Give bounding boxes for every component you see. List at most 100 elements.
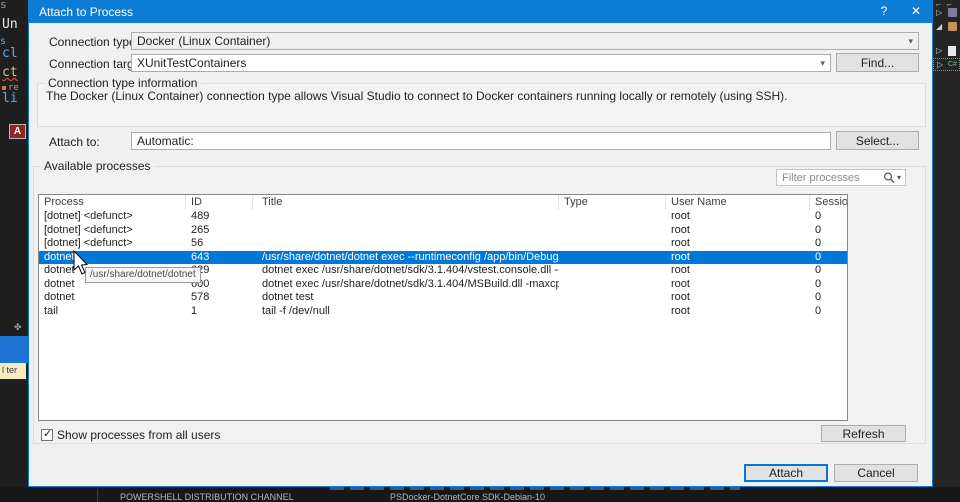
- cell-type: [559, 251, 666, 265]
- tree-row[interactable]: ▷: [933, 7, 960, 20]
- cell-session: 0: [810, 264, 847, 278]
- find-button[interactable]: Find...: [836, 53, 919, 72]
- attach-button[interactable]: Attach: [744, 464, 828, 482]
- cell-user: root: [666, 210, 810, 224]
- solution-explorer-edge: ⌐ ⌐ ▷ ◢ ▷ ▷ C#: [933, 0, 960, 502]
- expanded-arrow-icon[interactable]: ◢: [936, 21, 942, 33]
- assembly-icon: [948, 8, 957, 17]
- table-row[interactable]: dotnet643/usr/share/dotnet/dotnet exec -…: [39, 251, 847, 265]
- refresh-button[interactable]: Refresh: [821, 425, 906, 442]
- column-header-type[interactable]: Type: [559, 195, 666, 210]
- filter-dropdown-icon[interactable]: ▾: [896, 173, 905, 182]
- cell-title: [253, 224, 559, 238]
- table-row[interactable]: dotnet578dotnet testroot0: [39, 291, 847, 305]
- help-icon[interactable]: ?: [868, 1, 900, 23]
- cell-session: 0: [810, 305, 847, 319]
- show-all-users-label: Show processes from all users: [53, 428, 220, 442]
- folder-icon: [948, 22, 957, 31]
- cell-id: 489: [186, 210, 253, 224]
- chevron-down-icon: ▾: [820, 55, 825, 71]
- process-table-header[interactable]: ProcessIDTitleTypeUser NameSession: [39, 195, 847, 210]
- cell-user: root: [666, 305, 810, 319]
- expand-arrow-icon[interactable]: ▷: [936, 7, 942, 19]
- attach-to-value: Automatic:: [137, 134, 194, 148]
- process-table-body: [dotnet] <defunct>489root0[dotnet] <defu…: [39, 210, 847, 318]
- column-header-id[interactable]: ID: [186, 195, 253, 210]
- process-table: ProcessIDTitleTypeUser NameSession [dotn…: [38, 194, 848, 421]
- cell-session: 0: [810, 278, 847, 292]
- cell-type: [559, 278, 666, 292]
- column-header-session[interactable]: Session: [810, 195, 847, 210]
- search-icon[interactable]: [882, 171, 896, 184]
- connection-info-group-label: Connection type information: [44, 76, 201, 90]
- code-fragment: ct: [2, 65, 18, 80]
- show-all-users-checkbox[interactable]: ✓: [41, 429, 53, 441]
- cell-title: tail -f /dev/null: [253, 305, 559, 319]
- column-header-process[interactable]: Process: [39, 195, 186, 210]
- connection-type-dropdown[interactable]: Docker (Linux Container) ▾: [131, 32, 919, 50]
- dialog-titlebar[interactable]: Attach to Process ? ✕: [29, 1, 932, 23]
- cell-process: [dotnet] <defunct>: [39, 210, 186, 224]
- cell-process: tail: [39, 305, 186, 319]
- column-header-user-name[interactable]: User Name: [666, 195, 810, 210]
- attach-to-input[interactable]: Automatic:: [131, 132, 831, 150]
- cell-user: root: [666, 237, 810, 251]
- table-row[interactable]: [dotnet] <defunct>56 root0: [39, 237, 847, 251]
- cell-process: [dotnet] <defunct>: [39, 237, 186, 251]
- cell-title: [253, 210, 559, 224]
- cell-type: [559, 291, 666, 305]
- code-fragment: s: [0, 0, 7, 11]
- table-row[interactable]: [dotnet] <defunct>265root0: [39, 224, 847, 238]
- error-badge-icon: A: [9, 124, 26, 139]
- cell-title: /usr/share/dotnet/dotnet exec --runtimec…: [253, 251, 559, 265]
- connection-info-group: Connection type information The Docker (…: [37, 83, 926, 127]
- cell-type: [559, 224, 666, 238]
- tree-row[interactable]: ◢: [933, 21, 960, 34]
- table-row[interactable]: [dotnet] <defunct>489 root0: [39, 210, 847, 224]
- small-gray-icon: ✤: [14, 322, 22, 333]
- cell-title: dotnet test: [253, 291, 559, 305]
- cell-title: dotnet exec /usr/share/dotnet/sdk/3.1.40…: [253, 278, 559, 292]
- screen: s Un s cl ct re li A ✤ l ter ⌐ ⌐ ▷ ◢ ▷ ▷…: [0, 0, 960, 502]
- editor-background-left: s Un s cl ct re li A ✤ l ter: [0, 0, 28, 502]
- code-fragment: cl: [2, 46, 18, 61]
- chevron-down-icon: ▾: [908, 33, 913, 49]
- column-header-title[interactable]: Title: [253, 195, 559, 210]
- cell-process: dotnet: [39, 251, 186, 265]
- select-button[interactable]: Select...: [836, 131, 919, 150]
- code-fragment: Un: [2, 17, 18, 32]
- cell-session: 0: [810, 210, 847, 224]
- expand-arrow-icon[interactable]: ▷: [937, 59, 943, 71]
- tree-row-selected[interactable]: ▷ C#: [933, 58, 960, 71]
- connection-target-dropdown[interactable]: XUnitTestContainers ▾: [131, 54, 831, 72]
- cell-process: dotnet: [39, 291, 186, 305]
- divider: [97, 489, 98, 502]
- cell-session: 0: [810, 224, 847, 238]
- cell-user: root: [666, 264, 810, 278]
- process-path-tooltip: /usr/share/dotnet/dotnet: [85, 267, 201, 283]
- connection-target-value: XUnitTestContainers: [137, 56, 246, 70]
- cell-session: 0: [810, 237, 847, 251]
- cell-type: [559, 210, 666, 224]
- cell-user: root: [666, 278, 810, 292]
- cell-type: [559, 305, 666, 319]
- tree-row[interactable]: ▷: [933, 45, 960, 58]
- cell-process: [dotnet] <defunct>: [39, 224, 186, 238]
- faint-terminal-text: [330, 487, 740, 490]
- cell-session: 0: [810, 291, 847, 305]
- cell-user: root: [666, 251, 810, 265]
- cell-id: 265: [186, 224, 253, 238]
- filter-processes-input[interactable]: [777, 172, 882, 184]
- filter-processes-box[interactable]: ▾: [776, 169, 906, 186]
- cancel-button[interactable]: Cancel: [834, 464, 918, 482]
- cell-id: 56: [186, 237, 253, 251]
- table-row[interactable]: tail1tail -f /dev/nullroot0: [39, 305, 847, 319]
- dialog-title: Attach to Process: [29, 5, 868, 19]
- close-icon[interactable]: ✕: [900, 1, 932, 23]
- env-var-name: POWERSHELL DISTRIBUTION CHANNEL: [120, 492, 294, 502]
- mouse-cursor-icon: [73, 250, 91, 276]
- breakpoint-dot-icon: [2, 86, 6, 90]
- show-all-users-row[interactable]: ✓ Show processes from all users: [41, 428, 220, 442]
- expand-arrow-icon[interactable]: ▷: [936, 45, 942, 57]
- csharp-project-icon: C#: [948, 59, 957, 71]
